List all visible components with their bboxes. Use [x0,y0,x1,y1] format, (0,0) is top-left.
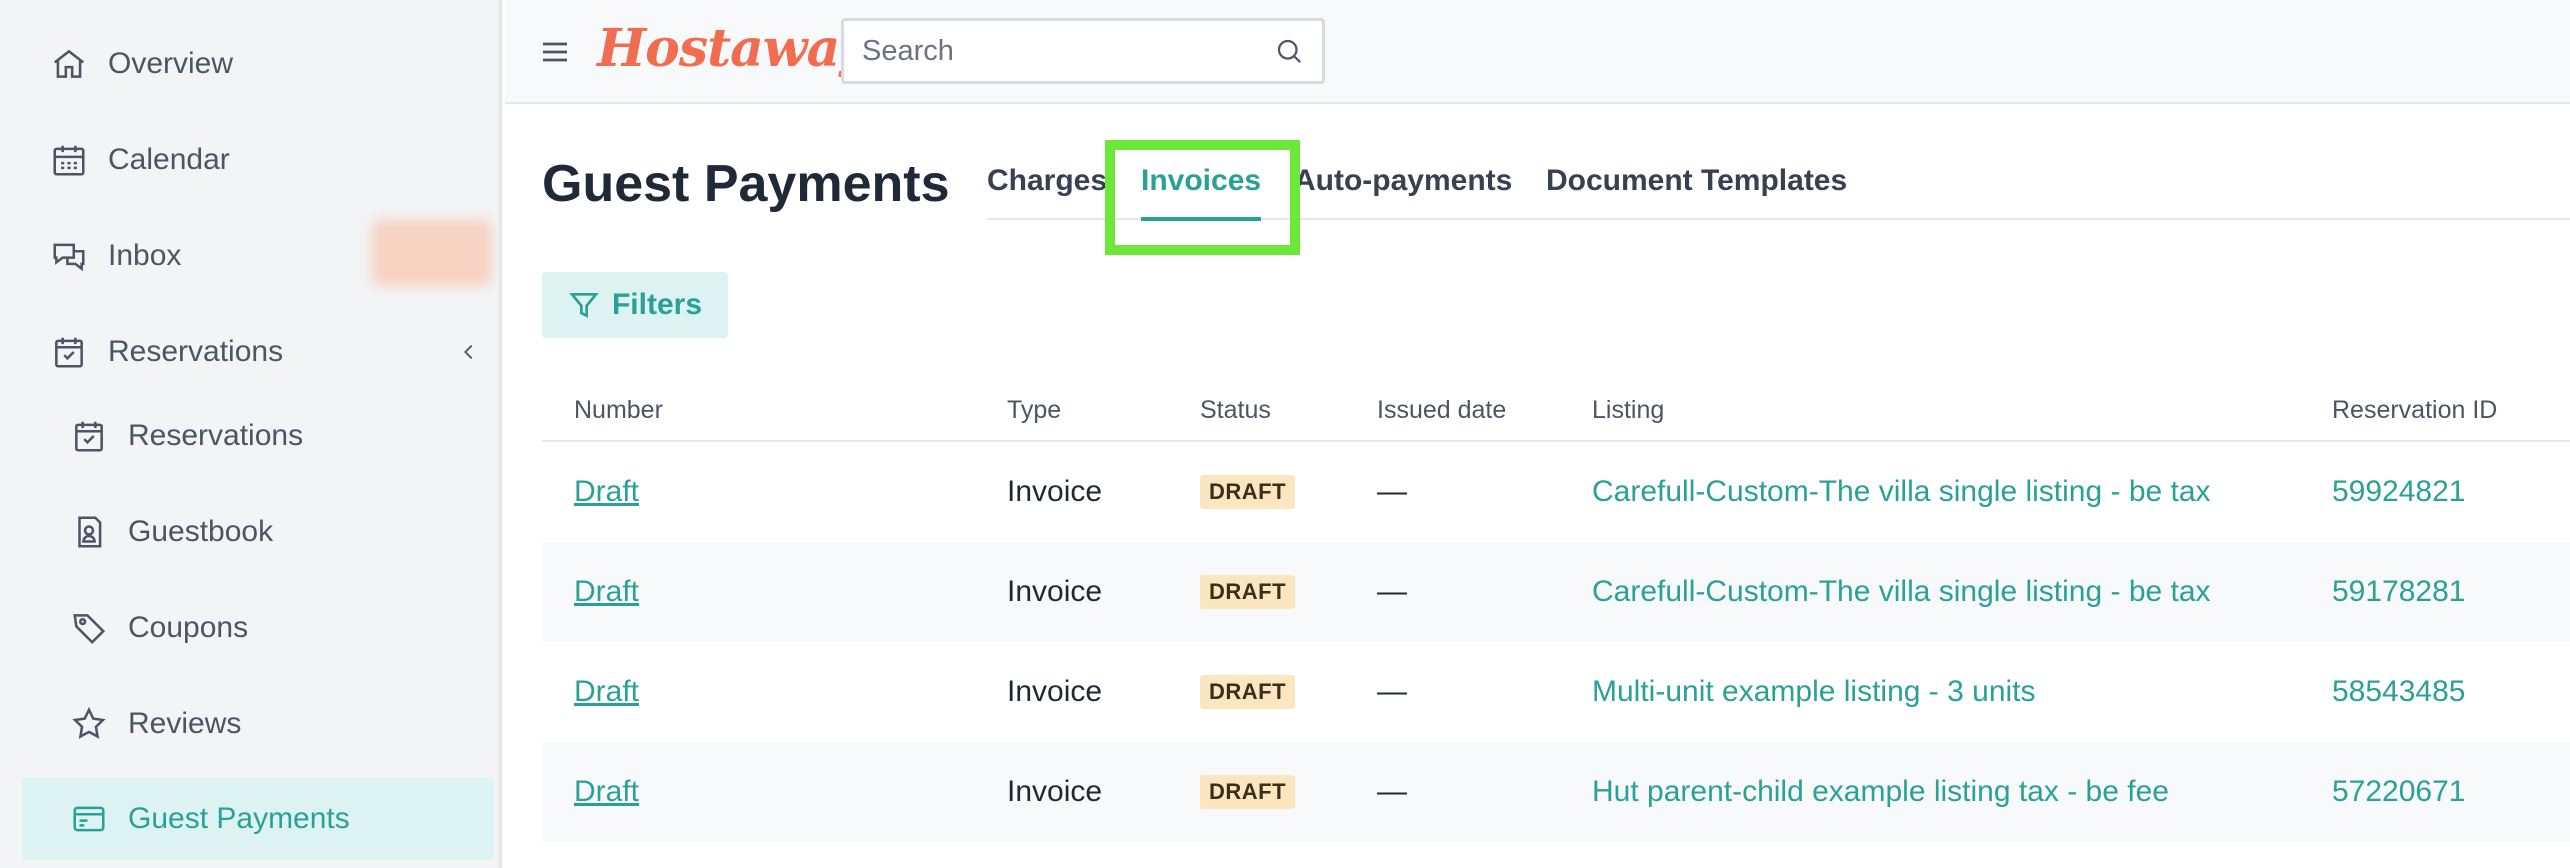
top-bar: Hostaway [505,0,2570,104]
sidebar-item-label: Reservations [128,419,304,452]
tag-icon [70,609,108,647]
table-row[interactable]: Draft Invoice DRAFT — Carefull-Custom-Th… [542,442,2570,542]
payment-tabs: Charges Invoices Auto-payments Document … [987,150,2570,221]
search-box[interactable] [841,18,1325,84]
hostaway-logo[interactable]: Hostaway [597,18,869,82]
tab-auto-payments[interactable]: Auto-payments [1294,164,1512,218]
invoice-type: Invoice [1007,675,1103,708]
status-badge: DRAFT [1200,475,1296,509]
column-header-issued-date[interactable]: Issued date [1377,396,1506,425]
filters-label: Filters [611,288,703,321]
filters-button[interactable]: Filters [542,272,728,338]
chat-icon [50,237,88,275]
listing-link[interactable]: Multi-unit example listing - 3 units [1592,642,2036,742]
credit-card-icon [70,800,108,838]
table-row[interactable]: Draft Invoice DRAFT — Carefull-Custom-Th… [542,542,2570,642]
status-badge: DRAFT [1200,575,1296,609]
contact-book-icon [70,513,108,551]
sidebar: Overview Calendar Inbox Reservations Res… [0,0,502,868]
column-header-type[interactable]: Type [1007,396,1061,425]
home-icon [50,45,88,83]
calendar-check-icon [50,333,88,371]
sidebar-item-label: Reservations [108,335,284,368]
sidebar-item-calendar[interactable]: Calendar [50,119,490,201]
star-icon [70,705,108,743]
sidebar-item-reservations-group[interactable]: Reservations [50,311,490,393]
hamburger-menu-icon[interactable] [539,34,571,70]
sidebar-item-label: Overview [108,47,234,80]
sidebar-item-overview[interactable]: Overview [50,23,490,105]
column-header-number[interactable]: Number [574,396,663,425]
filter-icon [569,293,599,318]
invoice-number-link[interactable]: Draft [574,575,639,609]
sidebar-item-label: Coupons [128,611,249,644]
listing-link[interactable]: Carefull-Custom-The villa single listing… [1592,442,2211,542]
invoice-type: Invoice [1007,475,1103,508]
sidebar-item-guest-payments[interactable]: Guest Payments [22,778,494,860]
column-header-status[interactable]: Status [1200,396,1271,425]
column-header-listing[interactable]: Listing [1592,396,1664,425]
invoice-type: Invoice [1007,575,1103,608]
chevron-left-icon[interactable] [458,311,480,393]
calendar-check-icon [70,417,108,455]
invoice-type: Invoice [1007,775,1103,808]
inbox-count-badge [372,220,492,286]
search-icon[interactable] [1274,36,1304,66]
table-row[interactable]: Draft Invoice DRAFT — Hut parent-child e… [542,742,2570,842]
sidebar-item-label: Inbox [108,239,182,272]
listing-link[interactable]: Carefull-Custom-The villa single listing… [1592,542,2211,642]
sidebar-item-guestbook[interactable]: Guestbook [70,491,490,573]
column-header-reservation-id[interactable]: Reservation ID [2332,396,2497,425]
tab-charges[interactable]: Charges [987,164,1107,218]
status-badge: DRAFT [1200,775,1296,809]
calendar-icon [50,141,88,179]
sidebar-item-reservations[interactable]: Reservations [70,395,490,477]
issued-date: — [1377,575,1407,608]
invoice-number-link[interactable]: Draft [574,675,639,709]
reservation-id-link[interactable]: 59178281 [2332,542,2465,642]
invoice-number-link[interactable]: Draft [574,475,639,509]
sidebar-item-coupons[interactable]: Coupons [70,587,490,669]
sidebar-item-label: Guest Payments [128,802,350,835]
reservation-id-link[interactable]: 58543485 [2332,642,2465,742]
invoice-number-link[interactable]: Draft [574,775,639,809]
sidebar-item-label: Reviews [128,707,242,740]
status-badge: DRAFT [1200,675,1296,709]
issued-date: — [1377,475,1407,508]
reservation-id-link[interactable]: 57220671 [2332,742,2465,842]
reservation-id-link[interactable]: 59924821 [2332,442,2465,542]
search-input[interactable] [862,34,1274,68]
sidebar-item-label: Guestbook [128,515,274,548]
listing-link[interactable]: Hut parent-child example listing tax - b… [1592,742,2169,842]
sidebar-item-reviews[interactable]: Reviews [70,683,490,765]
sidebar-item-label: Calendar [108,143,230,176]
page-title: Guest Payments [542,155,950,213]
tab-invoices[interactable]: Invoices [1141,164,1262,221]
table-header: Number Type Status Issued date Listing R… [542,382,2570,442]
tab-document-templates[interactable]: Document Templates [1546,164,1847,218]
invoices-table: Number Type Status Issued date Listing R… [542,382,2570,842]
table-row[interactable]: Draft Invoice DRAFT — Multi-unit example… [542,642,2570,742]
issued-date: — [1377,775,1407,808]
issued-date: — [1377,675,1407,708]
